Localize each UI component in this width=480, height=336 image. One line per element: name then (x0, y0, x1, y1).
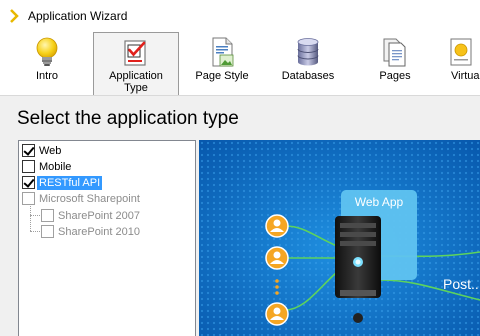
web-app-label: Web App (355, 195, 404, 209)
tree-item-sharepoint-2007[interactable]: SharePoint 2007 (41, 208, 142, 223)
pages-icon (383, 38, 406, 67)
tree-connector (30, 215, 40, 216)
database-icon (297, 38, 319, 66)
virtual-icon (450, 38, 472, 66)
tree-item-label: Web (39, 144, 62, 157)
tab-intro[interactable]: Intro (4, 32, 90, 95)
tab-virtual-label: Virtual (451, 70, 480, 82)
tab-databases[interactable]: Databases (265, 32, 351, 95)
web-checkbox[interactable] (22, 144, 35, 157)
page-title: Select the application type (17, 108, 239, 129)
window-title: Application Wizard (28, 9, 128, 23)
checklist-icon (124, 40, 146, 66)
wizard-ribbon: Intro Application Type Page Style Databa… (0, 32, 480, 96)
tab-intro-label: Intro (35, 70, 58, 82)
more-users-dots (275, 279, 279, 295)
tree-item-label: SharePoint 2007 (58, 209, 140, 222)
application-type-tree[interactable]: Web Mobile RESTful API Microsoft Sharepo… (18, 140, 196, 336)
tab-virtual[interactable]: Virtual (428, 32, 480, 95)
preview-caption: Post... (443, 276, 480, 292)
tree-connector (30, 203, 31, 231)
tree-connector (30, 231, 40, 232)
tab-databases-label: Databases (281, 70, 335, 82)
wizard-icon (10, 9, 19, 23)
user-icon (265, 302, 289, 326)
application-type-preview: Web App Post... (199, 140, 480, 336)
user-icon (265, 246, 289, 270)
tree-item-label: RESTful API (37, 175, 103, 190)
tab-pages[interactable]: Pages (352, 32, 438, 95)
tree-item-label: Microsoft Sharepoint (39, 192, 140, 205)
tree-item-web[interactable]: Web (22, 143, 63, 158)
title-bar: Application Wizard (0, 0, 480, 32)
mobile-checkbox[interactable] (22, 160, 35, 173)
tab-page-style[interactable]: Page Style (179, 32, 265, 95)
tree-item-mobile[interactable]: Mobile (22, 159, 73, 174)
tab-page-style-label: Page Style (195, 70, 249, 82)
sharepoint-checkbox[interactable] (22, 192, 35, 205)
tree-item-label: SharePoint 2010 (58, 225, 140, 238)
sharepoint-2007-checkbox[interactable] (41, 209, 54, 222)
tab-application-type[interactable]: Application Type (93, 32, 179, 95)
sharepoint-2010-checkbox[interactable] (41, 225, 54, 238)
tree-item-label: Mobile (39, 160, 72, 173)
page-style-icon (212, 37, 234, 67)
tab-pages-label: Pages (379, 70, 411, 82)
tree-item-sharepoint-2010[interactable]: SharePoint 2010 (41, 224, 142, 239)
tree-item-microsoft-sharepoint[interactable]: Microsoft Sharepoint (22, 191, 142, 206)
lightbulb-icon (36, 37, 58, 66)
user-icon (265, 214, 289, 238)
tab-application-type-label: Application Type (109, 70, 163, 94)
preview-illustration: Web App Post... (199, 140, 480, 336)
restful-api-checkbox[interactable] (22, 176, 35, 189)
tree-item-restful-api[interactable]: RESTful API (22, 175, 103, 190)
